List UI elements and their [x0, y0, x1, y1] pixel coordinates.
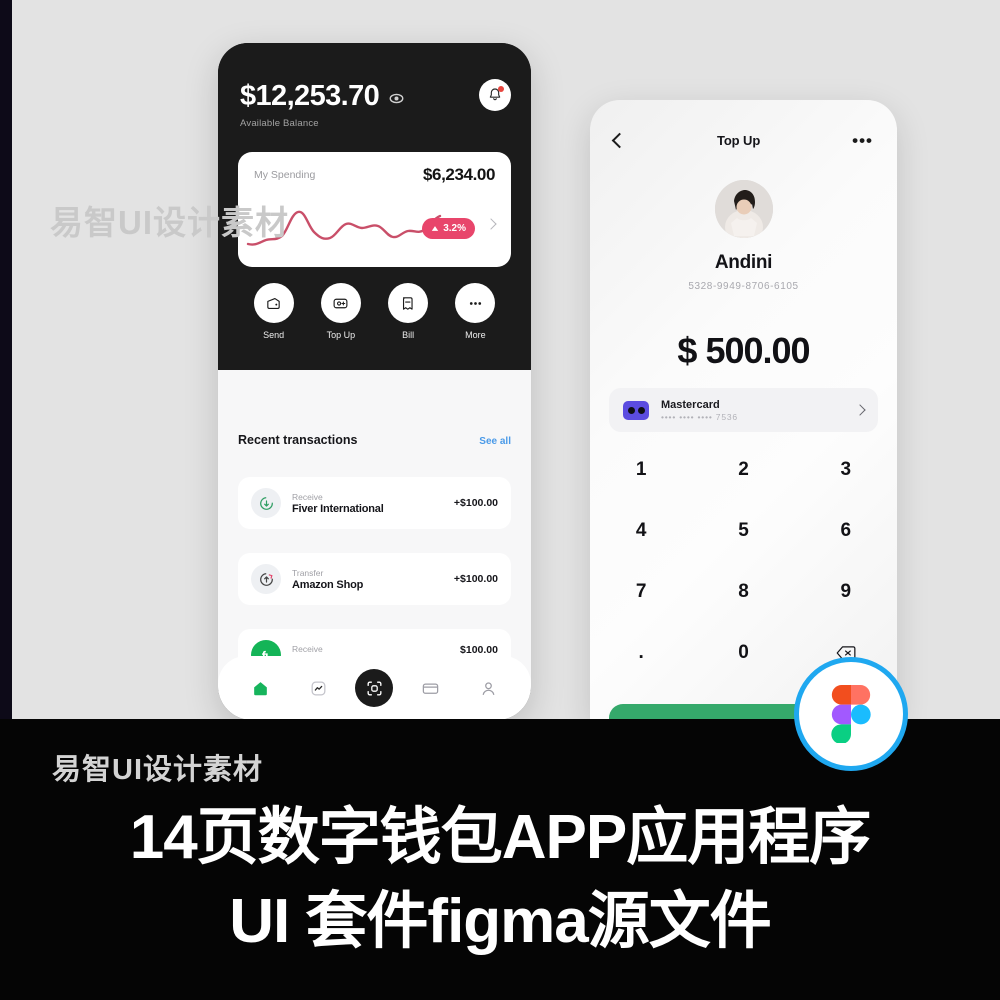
chevron-right-icon[interactable] [854, 404, 866, 416]
transaction-text: Transfer Amazon Shop [292, 568, 454, 591]
banner-brand: 易智UI设计素材 [52, 754, 264, 786]
action-topup-circle [320, 283, 361, 323]
arrow-up-icon [432, 226, 439, 231]
spending-card[interactable]: My Spending $6,234.00 3.2% [238, 152, 511, 267]
action-bill[interactable]: Bill [378, 283, 438, 340]
transaction-meta: +$100.00 [454, 497, 498, 509]
scan-icon [367, 680, 382, 696]
action-more-label: More [465, 330, 486, 340]
key-4[interactable]: 4 [590, 509, 692, 552]
chip-dot-left [627, 406, 635, 414]
topup-amount: $ 500.00 [677, 330, 810, 371]
topup-card-icon [333, 298, 348, 308]
eye-icon[interactable] [389, 91, 404, 106]
notification-badge [498, 86, 504, 92]
action-more[interactable]: More [445, 283, 505, 340]
tab-profile[interactable] [468, 668, 508, 708]
payment-method-text: Mastercard •••• •••• •••• 7536 [661, 399, 856, 422]
card-icon [423, 683, 439, 694]
transaction-row[interactable]: Receive Fiver International +$100.00 [238, 477, 511, 529]
key-3[interactable]: 3 [795, 448, 897, 491]
payment-method-row[interactable]: Mastercard •••• •••• •••• 7536 [609, 388, 878, 432]
tab-scan[interactable] [355, 669, 394, 707]
payment-method-name: Mastercard [661, 398, 720, 411]
transaction-name: Amazon Shop [292, 578, 364, 591]
key-7[interactable]: 7 [590, 570, 692, 613]
spending-change-value: 3.2% [443, 223, 466, 234]
transaction-amount: +$100.00 [453, 497, 498, 509]
action-send-label: Send [263, 330, 285, 340]
phone-screen-home: $12,253.70 Available Balance My Spending… [218, 43, 531, 720]
topup-navbar: Top Up ••• [590, 132, 897, 149]
key-2[interactable]: 2 [692, 448, 794, 491]
spending-change-badge: 3.2% [422, 218, 475, 239]
key-5[interactable]: 5 [692, 509, 794, 552]
phone-screen-topup: Top Up ••• Andini 5328-9949-8706-6105 $ … [590, 100, 897, 720]
key-1[interactable]: 1 [590, 448, 692, 491]
transaction-type: Transfer [292, 567, 324, 578]
spending-label: My Spending [254, 169, 316, 181]
user-name: Andini [714, 252, 773, 273]
bottom-tab-bar [218, 656, 531, 720]
numeric-keypad: 1 2 3 4 5 6 7 8 9 . 0 [590, 448, 897, 674]
see-all-link[interactable]: See all [479, 436, 511, 447]
spending-amount: $6,234.00 [422, 165, 495, 184]
tab-cards[interactable] [411, 668, 451, 708]
recent-transactions-title: Recent transactions [238, 433, 358, 447]
banner-line-2: UI 套件figma源文件 [229, 887, 772, 956]
chip-dot-right [637, 406, 645, 414]
action-topup[interactable]: Top Up [311, 283, 371, 340]
action-bill-circle [388, 283, 429, 323]
figma-logo-icon [794, 657, 908, 771]
balance-amount: $12,253.70 [240, 80, 380, 112]
user-card-number: 5328-9949-8706-6105 [688, 281, 799, 292]
transaction-type: Receive [292, 643, 323, 654]
banner-line-1: 14页数字钱包APP应用程序 [129, 803, 871, 872]
key-9[interactable]: 9 [795, 570, 897, 613]
wallet-send-icon [267, 297, 280, 309]
action-send-circle [253, 283, 294, 323]
home-icon [254, 681, 268, 695]
recent-transactions-header: Recent transactions See all [238, 433, 511, 447]
key-decimal[interactable]: . [590, 631, 692, 674]
balance-row: $12,253.70 [240, 80, 404, 113]
quick-actions: Send Top Up Bill More [218, 283, 531, 340]
transaction-text: Receive Fiver International [292, 492, 454, 515]
transaction-amount: +$100.00 [453, 573, 498, 585]
action-more-circle [455, 283, 496, 323]
user-avatar [714, 180, 773, 238]
action-send[interactable]: Send [244, 283, 304, 340]
topup-title: Top Up [716, 133, 761, 148]
transaction-name: Fiver International [292, 502, 384, 515]
more-dots-icon [469, 301, 481, 305]
key-6[interactable]: 6 [795, 509, 897, 552]
transaction-meta: +$100.00 [454, 573, 498, 585]
tab-statistics[interactable] [298, 668, 338, 708]
spending-header: My Spending $6,234.00 [238, 152, 511, 185]
tab-home[interactable] [241, 668, 281, 708]
more-dots-icon[interactable]: ••• [852, 132, 873, 149]
transaction-amount: $100.00 [460, 643, 498, 656]
notification-button[interactable] [479, 79, 511, 111]
action-bill-label: Bill [402, 330, 415, 340]
transfer-arrow-icon [251, 564, 281, 594]
mastercard-chip-icon [623, 400, 649, 420]
key-8[interactable]: 8 [692, 570, 794, 613]
left-edge-strip [0, 0, 12, 720]
user-icon [482, 681, 495, 695]
transaction-row[interactable]: Transfer Amazon Shop +$100.00 [238, 553, 511, 605]
transaction-type: Receive [292, 491, 323, 502]
chart-square-icon [311, 681, 326, 695]
action-topup-label: Top Up [326, 330, 356, 340]
bill-icon [402, 296, 413, 310]
receive-arrow-icon [251, 488, 281, 518]
chevron-left-icon[interactable] [611, 132, 628, 149]
screenshot-stage: $12,253.70 Available Balance My Spending… [0, 0, 1000, 1000]
balance-label: Available Balance [240, 118, 319, 129]
key-0[interactable]: 0 [692, 631, 794, 674]
payment-method-number: •••• •••• •••• 7536 [661, 411, 738, 422]
